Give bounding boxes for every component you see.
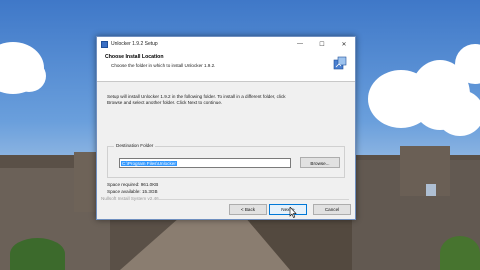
cloud [12, 60, 46, 92]
maximize-button[interactable]: ☐ [311, 37, 333, 51]
destination-folder-value: C:\Program Files\Unlocker [121, 161, 177, 166]
space-required: Space required: 961.0KB [107, 182, 159, 187]
page-subtitle: Choose the folder in which to install Un… [111, 63, 216, 68]
installer-icon [333, 56, 347, 70]
destination-folder-label: Destination Folder [114, 143, 156, 148]
wizard-footer: Nullsoft Install System v2.46 < Back Nex… [97, 196, 355, 219]
wizard-body: Setup will install Unlocker 1.9.2 in the… [97, 82, 355, 202]
title-bar[interactable]: Unlocker 1.9.2 Setup — ☐ ✕ [97, 37, 355, 51]
setup-dialog: Unlocker 1.9.2 Setup — ☐ ✕ Choose Instal… [96, 36, 356, 220]
castle-window [426, 184, 436, 196]
window-title: Unlocker 1.9.2 Setup [111, 41, 158, 47]
page-title: Choose Install Location [105, 54, 164, 60]
cloud [436, 90, 480, 136]
bush [440, 236, 480, 270]
mouse-pointer-icon [289, 207, 297, 218]
space-available: Space available: 15.3GB [107, 189, 158, 194]
nsis-branding: Nullsoft Install System v2.46 [101, 196, 159, 201]
destination-folder-input[interactable]: C:\Program Files\Unlocker [119, 158, 291, 168]
app-icon [101, 40, 108, 48]
wizard-header: Choose Install Location Choose the folde… [97, 51, 355, 82]
castle-tower-right [400, 146, 450, 196]
next-button[interactable]: Next > [269, 204, 307, 215]
minimize-button[interactable]: — [289, 37, 311, 51]
back-button[interactable]: < Back [229, 204, 267, 215]
footer-divider [157, 199, 349, 200]
destination-folder-group: Destination Folder C:\Program Files\Unlo… [107, 143, 345, 178]
browse-button[interactable]: Browse... [300, 157, 340, 168]
bush [10, 238, 65, 270]
instructions-text: Setup will install Unlocker 1.9.2 in the… [107, 94, 343, 107]
instructions-line: Browse and select another folder. Click … [107, 100, 223, 106]
cancel-button[interactable]: Cancel [313, 204, 351, 215]
close-button[interactable]: ✕ [333, 37, 355, 51]
